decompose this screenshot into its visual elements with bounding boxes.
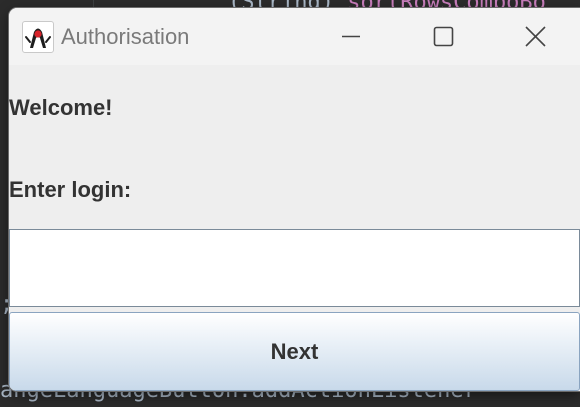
- window-title: Authorisation: [61, 24, 190, 49]
- close-button[interactable]: [489, 8, 580, 65]
- close-icon: [525, 26, 546, 47]
- gutter-divider: [93, 0, 94, 8]
- maximize-icon: [433, 26, 454, 47]
- login-label: Enter login:: [9, 177, 132, 202]
- authorisation-window: Authorisation Welcome! Enter login: Next: [9, 8, 580, 391]
- minimize-button[interactable]: [305, 8, 397, 65]
- form-panel: Welcome! Enter login: Next: [9, 65, 580, 391]
- java-duke-icon: [22, 21, 54, 53]
- login-input[interactable]: [9, 229, 580, 307]
- title-bar[interactable]: Authorisation: [9, 8, 580, 65]
- maximize-button[interactable]: [397, 8, 489, 65]
- welcome-label: Welcome!: [9, 95, 113, 120]
- minimize-icon: [342, 35, 360, 38]
- next-button[interactable]: Next: [9, 312, 580, 391]
